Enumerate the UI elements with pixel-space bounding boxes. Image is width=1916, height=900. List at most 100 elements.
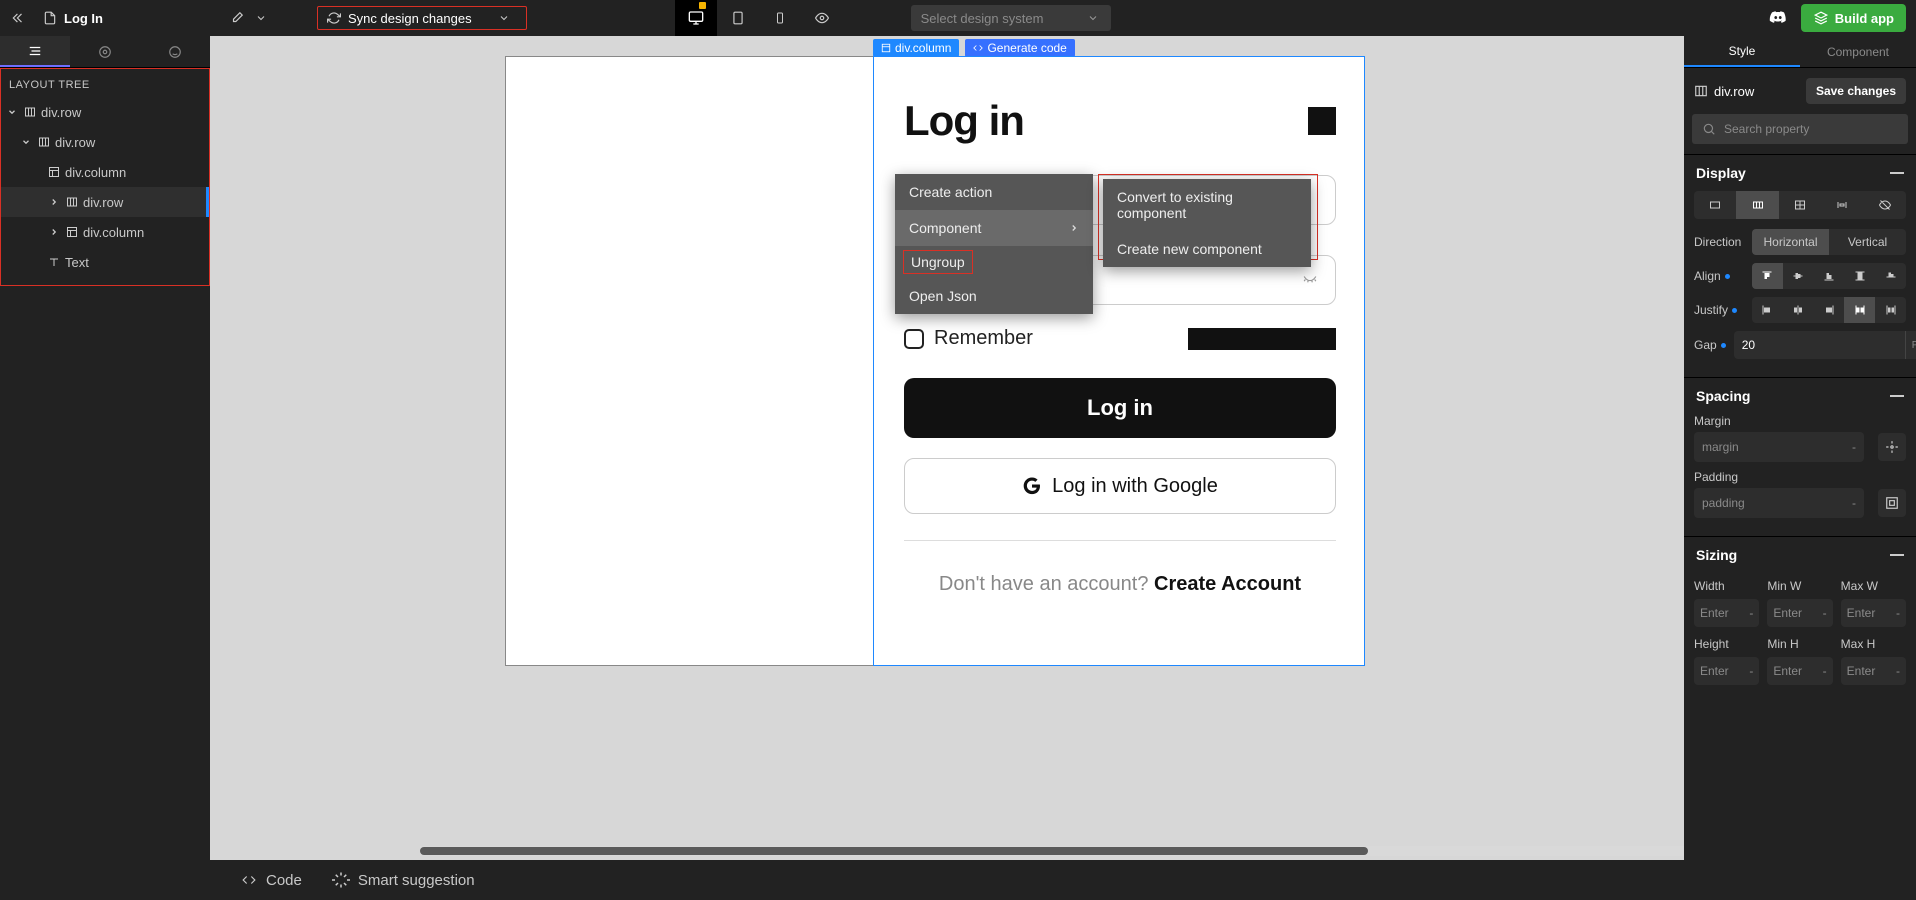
gap-value-input[interactable] (1734, 338, 1905, 352)
margin-expand-button[interactable] (1878, 433, 1906, 461)
device-desktop-button[interactable] (675, 0, 717, 36)
document-title: Log In (64, 11, 103, 26)
checkbox-icon[interactable] (904, 329, 924, 349)
tab-component[interactable]: Component (1800, 36, 1916, 67)
topbar-right: Build app (1765, 4, 1906, 32)
chevron-down-icon[interactable] (253, 10, 269, 26)
direction-horizontal[interactable]: Horizontal (1752, 229, 1829, 255)
width-input[interactable]: Enter- (1694, 599, 1759, 627)
padding-input[interactable]: padding- (1694, 488, 1864, 518)
tree-node-div-row[interactable]: div.row (1, 97, 209, 127)
login-submit-button[interactable]: Log in (904, 378, 1336, 438)
layout-tree-header: LAYOUT TREE (1, 69, 209, 97)
tree-node-div-row-selected[interactable]: div.row (1, 187, 209, 217)
generate-code-chip[interactable]: Generate code (965, 39, 1074, 57)
document-name[interactable]: Log In (34, 10, 111, 26)
margin-input[interactable]: margin- (1694, 432, 1864, 462)
eye-closed-icon[interactable] (1299, 273, 1321, 287)
gap-unit[interactable]: PX (1905, 331, 1916, 359)
tab-style[interactable]: Style (1684, 36, 1800, 67)
build-app-button[interactable]: Build app (1801, 4, 1906, 32)
padding-expand-button[interactable] (1878, 489, 1906, 517)
scrollbar-thumb[interactable] (420, 847, 1368, 855)
menu-item-create-new[interactable]: Create new component (1103, 231, 1311, 267)
design-frame[interactable]: Log in Remember (505, 56, 1365, 666)
section-sizing-header[interactable]: Sizing (1684, 536, 1916, 573)
chevron-down-icon (496, 10, 512, 26)
display-flex-button[interactable] (1736, 191, 1778, 219)
justify-space-around[interactable] (1875, 297, 1906, 323)
device-phone-button[interactable] (759, 0, 801, 36)
justify-center[interactable] (1783, 297, 1814, 323)
justify-space-between[interactable] (1844, 297, 1875, 323)
minw-input[interactable]: Enter- (1767, 599, 1832, 627)
align-end[interactable] (1814, 263, 1845, 289)
selection-chip-element[interactable]: div.column (873, 39, 959, 57)
align-stretch[interactable] (1844, 263, 1875, 289)
preview-eye-button[interactable] (801, 0, 843, 36)
collapse-icon (1890, 554, 1904, 556)
google-login-button[interactable]: Log in with Google (904, 458, 1336, 514)
height-input[interactable]: Enter- (1694, 657, 1759, 685)
menu-item-create-action[interactable]: Create action (895, 174, 1093, 210)
chevron-down-icon (1085, 10, 1101, 26)
section-spacing-header[interactable]: Spacing (1684, 377, 1916, 414)
forgot-link-placeholder[interactable] (1188, 328, 1336, 350)
minh-input[interactable]: Enter- (1767, 657, 1832, 685)
menu-item-component[interactable]: Component (895, 210, 1093, 246)
tree-node-text[interactable]: Text (1, 247, 209, 277)
remember-row: Remember (904, 327, 1336, 350)
margin-label: Margin (1694, 414, 1906, 428)
remember-label: Remember (934, 327, 1033, 350)
tree-node-div-column[interactable]: div.column (1, 217, 209, 247)
align-start[interactable] (1752, 263, 1783, 289)
align-center[interactable] (1783, 263, 1814, 289)
tree-node-div-column[interactable]: div.column (1, 157, 209, 187)
layout-icon (47, 165, 61, 179)
menu-item-convert-existing[interactable]: Convert to existing component (1103, 179, 1311, 231)
context-menu: Create action Component Ungroup Open Jso… (895, 174, 1093, 314)
create-account-link[interactable]: Create Account (1154, 573, 1301, 595)
bottombar-code[interactable]: Code (240, 872, 302, 889)
left-tab-layers[interactable] (0, 36, 70, 67)
sparkle-icon (332, 871, 350, 889)
display-inline-button[interactable] (1821, 191, 1863, 219)
discord-icon[interactable] (1765, 5, 1791, 31)
design-system-select[interactable]: Select design system (911, 5, 1111, 31)
justify-end[interactable] (1814, 297, 1845, 323)
selected-element-name: div.row (1694, 84, 1754, 99)
title-right-icon (1308, 107, 1336, 135)
left-tab-variants[interactable] (140, 36, 210, 67)
save-changes-button[interactable]: Save changes (1806, 78, 1906, 104)
property-search[interactable]: Search property (1692, 114, 1908, 144)
section-display-header[interactable]: Display (1684, 154, 1916, 191)
justify-start[interactable] (1752, 297, 1783, 323)
sync-design-changes-button[interactable]: Sync design changes (317, 6, 527, 30)
height-label: Height (1694, 637, 1759, 651)
chevron-right-icon (47, 195, 61, 209)
display-none-button[interactable] (1864, 191, 1906, 219)
padding-label: Padding (1694, 470, 1906, 484)
device-tablet-button[interactable] (717, 0, 759, 36)
direction-vertical[interactable]: Vertical (1829, 229, 1906, 255)
topbar-left: Log In Sync design changes (10, 6, 527, 30)
edit-icon[interactable] (229, 10, 245, 26)
display-block-button[interactable] (1694, 191, 1736, 219)
gap-input[interactable]: PX (1734, 331, 1916, 359)
align-baseline[interactable] (1875, 263, 1906, 289)
bottombar-smart[interactable]: Smart suggestion (332, 871, 475, 889)
display-grid-button[interactable] (1779, 191, 1821, 219)
maxh-input[interactable]: Enter- (1841, 657, 1906, 685)
center-panel: div.column Generate code Log in (210, 36, 1684, 900)
maxw-input[interactable]: Enter- (1841, 599, 1906, 627)
menu-item-ungroup[interactable]: Ungroup (901, 248, 975, 276)
canvas-horizontal-scrollbar[interactable] (420, 846, 1684, 856)
tree-node-div-row[interactable]: div.row (1, 127, 209, 157)
generate-code-label: Generate code (987, 41, 1066, 55)
canvas[interactable]: div.column Generate code Log in (210, 36, 1684, 860)
menu-item-open-json[interactable]: Open Json (895, 278, 1093, 314)
back-icon[interactable] (10, 10, 26, 26)
component-submenu-box: Convert to existing component Create new… (1098, 174, 1318, 260)
left-tab-target[interactable] (70, 36, 140, 67)
remember-checkbox-group[interactable]: Remember (904, 327, 1033, 350)
